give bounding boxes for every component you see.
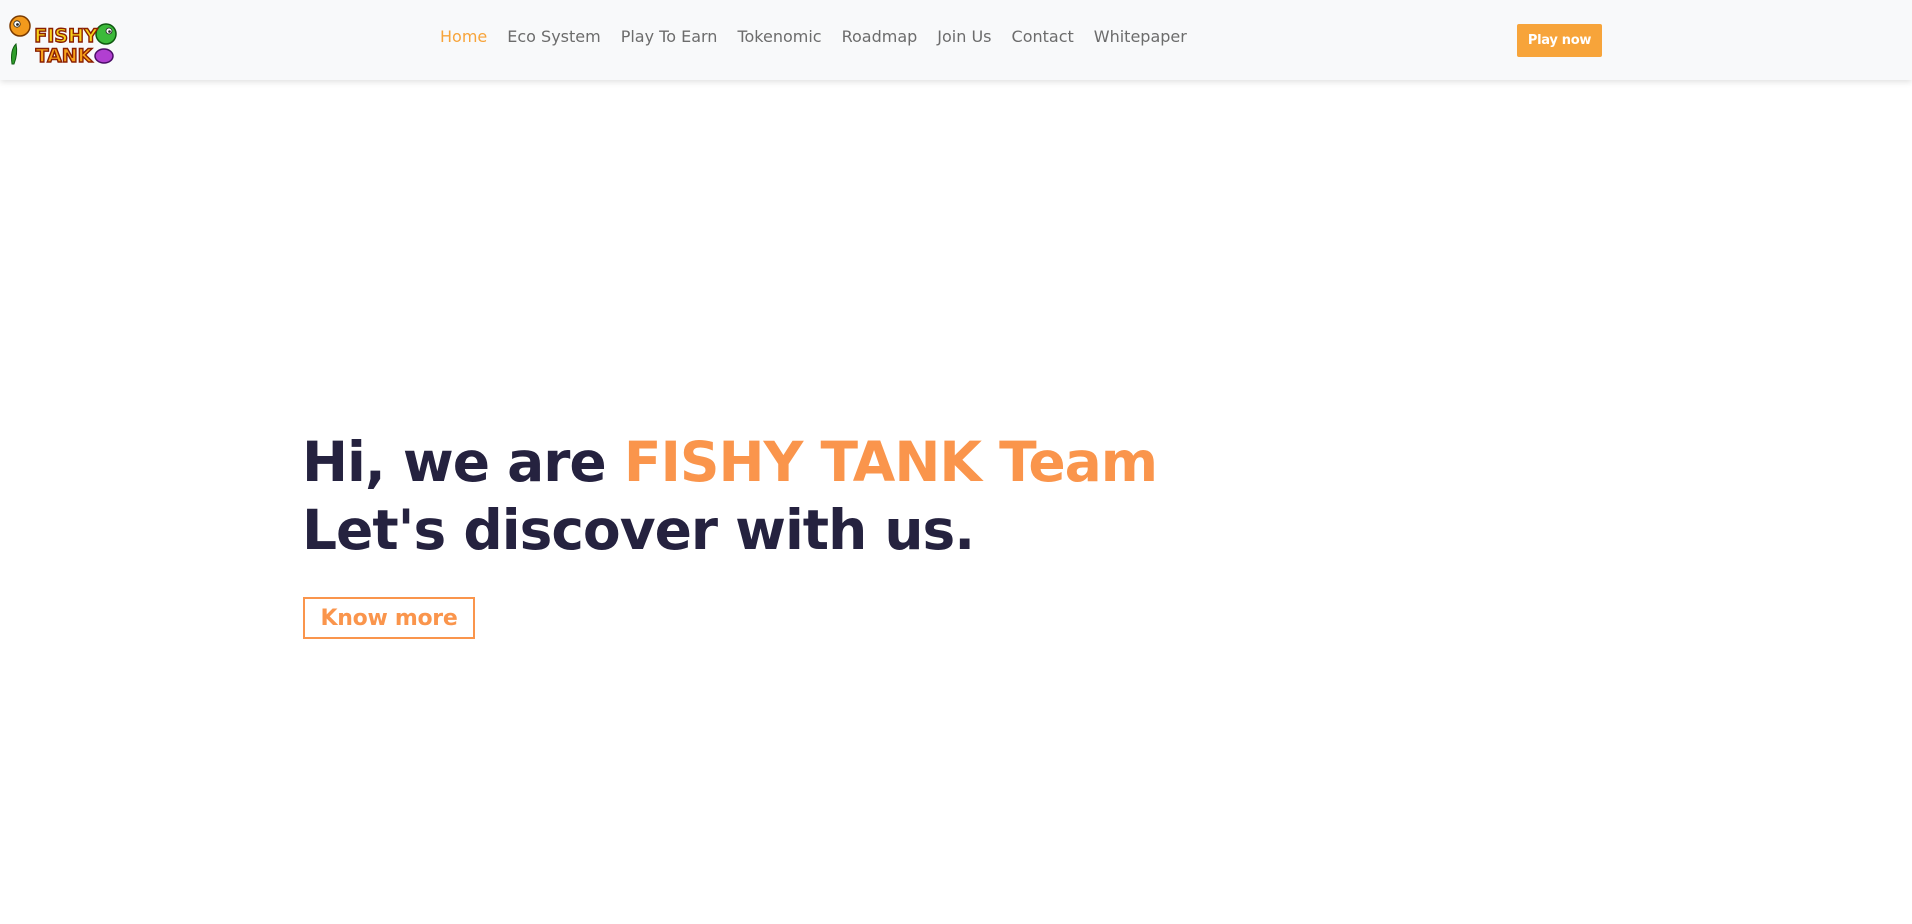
nav-link-tokenomic[interactable]: Tokenomic — [727, 27, 831, 46]
nav-link-play-to-earn[interactable]: Play To Earn — [611, 27, 728, 46]
nav-link-home[interactable]: Home — [430, 27, 497, 46]
main-nav: Home Eco System Play To Earn Tokenomic R… — [430, 27, 1197, 46]
nav-link-contact[interactable]: Contact — [1002, 27, 1084, 46]
fishy-tank-logo-icon: FISHY TANK — [9, 15, 117, 68]
nav-link-eco-system[interactable]: Eco System — [497, 27, 610, 46]
hero-heading-accent: FISHY TANK Team — [623, 430, 1158, 494]
play-now-button[interactable]: Play now — [1517, 24, 1602, 57]
nav-link-whitepaper[interactable]: Whitepaper — [1084, 27, 1197, 46]
hero-heading-line-1: Hi, we are FISHY TANK Team — [302, 428, 1158, 496]
nav-link-join-us[interactable]: Join Us — [927, 27, 1001, 46]
hero-section: Hi, we are FISHY TANK Team Let's discove… — [302, 428, 1158, 564]
svg-text:FISHY: FISHY — [34, 25, 98, 47]
hero-heading-prefix: Hi, we are — [302, 430, 624, 494]
top-navbar: FISHY TANK Home Eco System Play To Earn … — [0, 0, 1912, 80]
brand-logo[interactable]: FISHY TANK — [6, 12, 118, 68]
hero-heading-line-2: Let's discover with us. — [302, 498, 975, 562]
svg-text:TANK: TANK — [36, 45, 94, 67]
nav-link-roadmap[interactable]: Roadmap — [832, 27, 928, 46]
know-more-button[interactable]: Know more — [303, 597, 475, 639]
